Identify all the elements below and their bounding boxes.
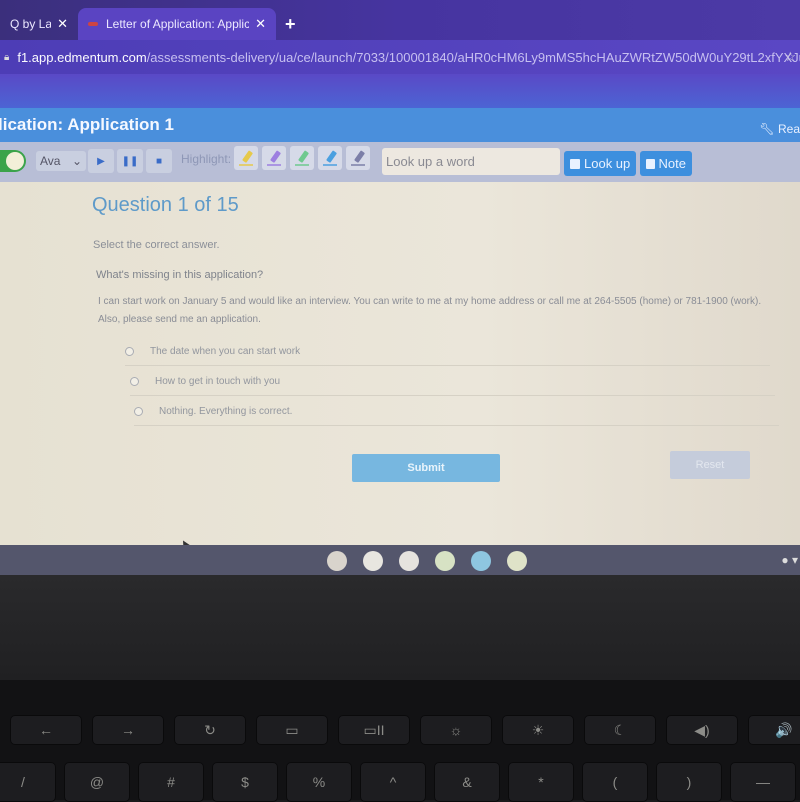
url-path: /assessments-delivery/ua/ce/launch/7033/… — [146, 49, 800, 65]
tab-inactive[interactable]: Q by Lang ✕ — [0, 8, 78, 40]
close-tab-icon[interactable]: ✕ — [255, 16, 266, 32]
page-top-band — [0, 74, 800, 108]
keyboard-key[interactable]: — — [730, 762, 796, 802]
text-to-speech-toggle[interactable] — [0, 150, 26, 172]
keyboard-key[interactable]: → — [92, 715, 164, 745]
status-tray[interactable]: ● ▾ — [781, 553, 798, 567]
shelf-app-chrome-icon[interactable] — [327, 551, 347, 571]
keyboard-key[interactable]: ^ — [360, 762, 426, 802]
laptop-keyboard: ← → ↻ ▭ ▭II ☼ ☀ ☾ ◀) 🔊 / @ # $% ^ & *() — — [0, 680, 800, 802]
book-icon — [570, 158, 580, 169]
highlighter-blue-button[interactable] — [318, 146, 342, 170]
tab-title: Letter of Application: Applicatio — [106, 17, 250, 31]
highlighter-eraser-button[interactable] — [346, 146, 370, 170]
keyboard-key[interactable]: @ — [64, 762, 130, 802]
radio-button[interactable] — [125, 346, 134, 356]
keyboard-key[interactable]: % — [286, 762, 352, 802]
highlighter-blue-icon — [323, 150, 337, 166]
highlighter-eraser-icon — [351, 150, 365, 166]
note-button[interactable]: Note — [640, 151, 692, 176]
highlighter-purple-icon — [267, 150, 281, 166]
lookup-button[interactable]: Look up — [564, 151, 637, 176]
keyboard-key[interactable]: $ — [212, 762, 278, 802]
keyboard-key[interactable]: ← — [10, 715, 82, 745]
keyboard-key[interactable]: ☀ — [502, 715, 574, 745]
keyboard-key[interactable]: ▭ — [256, 715, 328, 745]
note-icon — [646, 158, 655, 169]
toggle-knob — [6, 152, 24, 170]
stop-button[interactable]: ■ — [146, 149, 172, 173]
address-bar[interactable]: 🔒︎ f1.app.edmentum.com /assessments-deli… — [0, 40, 800, 74]
question-prompt: What's missing in this application? — [96, 269, 264, 281]
keyboard-key[interactable]: ☼ — [420, 715, 492, 745]
radio-button[interactable] — [130, 376, 139, 386]
answer-option[interactable]: How to get in touch with you — [130, 367, 775, 396]
bookmark-star-icon[interactable]: ☆ — [784, 49, 796, 65]
play-button[interactable]: ▶ — [88, 149, 114, 173]
tab-title: Q by Lang — [10, 17, 52, 31]
app-header: lication: Application 1 🔧︎ Rea — [0, 108, 800, 142]
laptop-bezel — [0, 575, 800, 680]
answer-option[interactable]: Nothing. Everything is correct. — [134, 397, 779, 426]
lookup-button-label: Look up — [584, 156, 631, 171]
question-title: Question 1 of 15 — [92, 194, 239, 216]
keyboard-key[interactable]: ↻ — [174, 715, 246, 745]
shelf-app-classroom-icon[interactable] — [435, 551, 455, 571]
close-tab-icon[interactable]: ✕ — [57, 16, 68, 32]
highlighter-yellow-icon — [239, 150, 253, 166]
shelf-app-files-icon[interactable] — [363, 551, 383, 571]
keyboard-key[interactable]: ) — [656, 762, 722, 802]
keyboard-key[interactable]: ☾ — [584, 715, 656, 745]
read-aloud-button[interactable]: 🔧︎ Rea — [759, 122, 800, 136]
reset-button[interactable]: Reset — [670, 451, 750, 479]
submit-button[interactable]: Submit — [352, 454, 500, 482]
keyboard-key[interactable]: * — [508, 762, 574, 802]
keyboard-key[interactable]: 🔊 — [748, 715, 800, 745]
shelf-app-slides-icon[interactable] — [507, 551, 527, 571]
voice-select[interactable]: Ava ⌄ — [36, 151, 86, 171]
page-title: lication: Application 1 — [0, 115, 174, 134]
stop-icon: ■ — [155, 155, 163, 167]
lookup-word-input[interactable] — [382, 148, 560, 175]
chevron-down-icon: ⌄ — [71, 154, 82, 168]
highlighter-green-icon — [295, 150, 309, 166]
answer-option[interactable]: The date when you can start work — [125, 337, 770, 366]
highlight-label: Highlight: — [181, 152, 232, 166]
url-host: f1.app.edmentum.com — [17, 49, 147, 65]
highlighter-green-button[interactable] — [290, 146, 314, 170]
answer-option-label: Nothing. Everything is correct. — [159, 405, 293, 417]
browser-tabstrip: Q by Lang ✕ Letter of Application: Appli… — [0, 0, 800, 40]
answer-option-label: How to get in touch with you — [155, 375, 281, 387]
question-passage: I can start work on January 5 and would … — [98, 296, 762, 325]
radio-button[interactable] — [134, 406, 143, 416]
answer-option-label: The date when you can start work — [150, 345, 301, 357]
play-icon: ▶ — [97, 155, 105, 167]
tab-active[interactable]: Letter of Application: Applicatio ✕ — [78, 8, 276, 40]
highlighter-yellow-button[interactable] — [234, 146, 258, 170]
note-button-label: Note — [658, 156, 686, 171]
read-aloud-label: Rea — [777, 122, 800, 136]
keyboard-key[interactable]: ▭II — [338, 715, 410, 745]
highlighter-purple-button[interactable] — [262, 146, 286, 170]
pause-icon: ❚❚ — [121, 155, 139, 167]
new-tab-button[interactable]: + — [285, 14, 296, 35]
favicon-icon — [88, 22, 98, 26]
keyboard-key[interactable]: / — [0, 762, 56, 802]
keyboard-key[interactable]: ◀) — [666, 715, 738, 745]
pause-button[interactable]: ❚❚ — [117, 149, 143, 173]
lock-icon: 🔒︎ — [4, 51, 10, 63]
keyboard-key[interactable]: ( — [582, 762, 648, 802]
laptop-screen: Q by Lang ✕ Letter of Application: Appli… — [0, 0, 800, 575]
keyboard-key[interactable]: & — [434, 762, 500, 802]
shelf-app-meet-icon[interactable] — [471, 551, 491, 571]
voice-value: Ava — [40, 154, 61, 168]
keyboard-key[interactable]: # — [138, 762, 204, 802]
shelf-app-app-c-icon[interactable] — [399, 551, 419, 571]
question-instruction: Select the correct answer. — [93, 239, 220, 251]
